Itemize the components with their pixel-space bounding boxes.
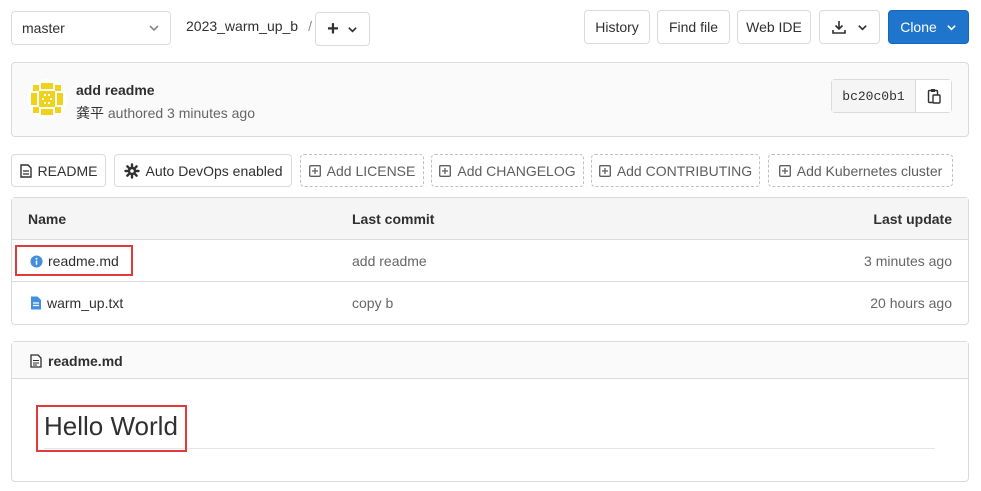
settings-gear-icon	[123, 162, 140, 179]
web-ide-button-label: Web IDE	[746, 19, 802, 35]
add-changelog-button[interactable]: Add CHANGELOG	[431, 154, 584, 187]
clone-dropdown-button[interactable]: Clone	[888, 10, 969, 44]
file-last-commit[interactable]: copy b	[352, 295, 393, 311]
download-icon	[831, 19, 847, 35]
breadcrumb-separator: /	[308, 18, 312, 34]
readme-panel-header	[12, 342, 968, 379]
plus-square-icon	[308, 164, 321, 177]
add-changelog-label: Add CHANGELOG	[457, 162, 576, 179]
column-header-last-commit: Last commit	[352, 211, 435, 227]
add-contributing-label: Add CONTRIBUTING	[616, 162, 753, 179]
table-row[interactable]	[12, 240, 968, 281]
copy-sha-button[interactable]	[916, 80, 951, 112]
highlight-readme-file	[15, 245, 133, 276]
add-license-button[interactable]: Add LICENSE	[300, 154, 424, 187]
highlight-hello-world	[36, 405, 187, 452]
download-dropdown[interactable]	[819, 10, 880, 44]
plus-square-icon	[778, 164, 791, 177]
column-header-name: Name	[28, 211, 67, 227]
add-license-label: Add LICENSE	[326, 162, 416, 179]
file-text-icon	[30, 354, 42, 368]
file-text-icon	[19, 163, 32, 178]
commit-title[interactable]: add readme	[76, 82, 155, 98]
branch-name: master	[22, 20, 65, 36]
plus-icon: +	[327, 18, 339, 40]
chevron-down-icon	[857, 22, 868, 33]
file-last-commit[interactable]: add readme	[352, 253, 427, 269]
column-header-last-update: Last update	[873, 211, 952, 227]
readme-panel-title: readme.md	[30, 353, 123, 369]
file-link-warm-up[interactable]: warm_up.txt	[47, 295, 123, 311]
chevron-down-icon	[148, 22, 160, 34]
plus-square-icon	[439, 164, 452, 177]
add-contributing-button[interactable]: Add CONTRIBUTING	[591, 154, 760, 187]
file-last-update: 3 minutes ago	[864, 253, 952, 269]
history-button[interactable]: History	[584, 10, 650, 44]
auto-devops-button-label: Auto DevOps enabled	[145, 162, 283, 179]
last-commit-panel	[11, 62, 969, 137]
file-last-update: 20 hours ago	[870, 295, 952, 311]
chevron-down-icon	[347, 24, 358, 35]
add-kubernetes-cluster-label: Add Kubernetes cluster	[796, 162, 943, 179]
chevron-down-icon	[946, 22, 957, 33]
readme-filename[interactable]: readme.md	[48, 353, 123, 369]
clone-button-label: Clone	[900, 19, 937, 35]
clipboard-icon	[927, 88, 941, 104]
plus-square-icon	[598, 164, 611, 177]
auto-devops-button[interactable]: Auto DevOps enabled	[114, 154, 292, 187]
breadcrumb: 2023_warm_up_b /	[186, 18, 312, 34]
breadcrumb-repo-link[interactable]: 2023_warm_up_b	[186, 18, 298, 34]
author-avatar[interactable]	[27, 79, 67, 119]
file-name-cell[interactable]: warm_up.txt	[30, 295, 123, 311]
commit-meta: 龚平 authored 3 minutes ago	[76, 103, 255, 123]
file-table-header-row	[12, 198, 968, 239]
table-row[interactable]	[12, 282, 968, 324]
history-button-label: History	[595, 19, 639, 35]
add-to-tree-dropdown[interactable]: +	[315, 12, 370, 46]
commit-sha-label[interactable]: bc20c0b1	[832, 80, 916, 112]
add-kubernetes-cluster-button[interactable]: Add Kubernetes cluster	[768, 154, 953, 187]
commit-author-link[interactable]: 龚平	[76, 105, 104, 121]
commit-sha-group: bc20c0b1	[831, 79, 952, 113]
readme-button-label: README	[37, 162, 98, 179]
web-ide-button[interactable]: Web IDE	[737, 10, 811, 44]
commit-authored-time: authored 3 minutes ago	[107, 105, 255, 121]
find-file-button-label: Find file	[668, 19, 719, 35]
find-file-button[interactable]: Find file	[657, 10, 730, 44]
branch-selector[interactable]: master	[11, 11, 171, 45]
file-icon	[30, 296, 42, 310]
readme-button[interactable]: README	[11, 154, 106, 187]
